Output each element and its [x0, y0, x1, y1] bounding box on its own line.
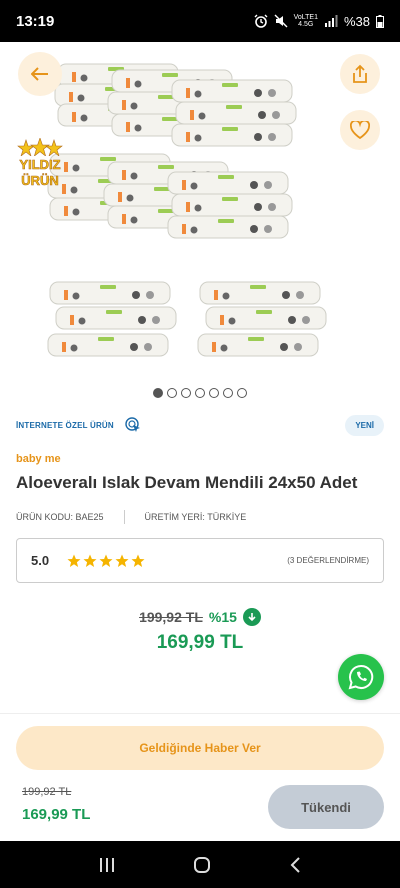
badge-line1: YILDIZ [19, 157, 61, 172]
internet-exclusive-label: İNTERNETE ÖZEL ÜRÜN [16, 416, 142, 434]
price-block: 199,92 TL %15 169,99 TL [0, 608, 400, 654]
new-badge: YENİ [345, 414, 384, 436]
star-icon [131, 554, 145, 567]
product-origin: ÜRETİM YERİ: TÜRKİYE [144, 512, 247, 522]
product-gallery[interactable]: YILDIZ ÜRÜN [0, 42, 400, 387]
product-title: Aloeveralı Islak Devam Mendili 24x50 Ade… [16, 473, 358, 492]
divider [123, 510, 125, 524]
share-icon [353, 64, 367, 83]
product-code: ÜRÜN KODU: BAE25 [16, 512, 104, 522]
status-icons: VoLTE1 4.5G %38 [254, 14, 384, 29]
internet-exclusive-row: İNTERNETE ÖZEL ÜRÜN YENİ [16, 413, 384, 437]
arrow-left-icon [31, 67, 48, 81]
discount-percent: %15 [208, 609, 237, 625]
product-image [47, 63, 327, 357]
sold-out-button[interactable]: Tükendi [268, 785, 384, 829]
whatsapp-button[interactable] [338, 654, 384, 700]
battery-icon [376, 14, 384, 28]
notify-when-available-button[interactable]: Geldiğinde Haber Ver [16, 726, 384, 770]
gallery-dot[interactable] [223, 388, 233, 398]
heart-icon [350, 121, 370, 139]
favorite-button[interactable] [340, 110, 380, 150]
signal-icon [324, 15, 338, 27]
share-button[interactable] [340, 54, 380, 94]
footer-old-price: 199,92 TL [22, 786, 72, 798]
star-icon [99, 554, 113, 567]
star-icon [83, 554, 97, 567]
badge-line2: ÜRÜN [21, 173, 59, 188]
recent-apps-icon[interactable] [98, 857, 116, 873]
alarm-icon [254, 14, 268, 28]
discount-arrow-icon [242, 608, 261, 626]
gallery-dot[interactable] [209, 388, 219, 398]
home-icon[interactable] [193, 856, 211, 874]
back-button[interactable] [18, 52, 62, 96]
gallery-dot[interactable] [237, 388, 247, 398]
rating-score: 5.0 [31, 553, 50, 568]
old-price-row: 199,92 TL %15 [0, 608, 400, 626]
current-price: 169,99 TL [156, 632, 244, 653]
status-time: 13:19 [16, 12, 55, 30]
rating-box[interactable]: 5.0 (3 DEĞERLENDİRME) [16, 538, 384, 583]
product-codes: ÜRÜN KODU: BAE25 ÜRETİM YERİ: TÜRKİYE [16, 510, 246, 524]
network-label: VoLTE1 4.5G [293, 14, 318, 28]
rating-count: (3 DEĞERLENDİRME) [287, 556, 369, 565]
footer-current-price: 169,99 TL [22, 806, 91, 823]
bottom-action-panel: Geldiğinde Haber Ver 199,92 TL 169,99 TL… [0, 713, 400, 841]
stars-decoration-icon [17, 138, 63, 156]
rating-stars [67, 554, 145, 568]
whatsapp-icon [348, 664, 374, 690]
mute-icon [274, 14, 288, 28]
star-icon [115, 554, 129, 567]
battery-level: %38 [343, 13, 370, 29]
gallery-dot[interactable] [195, 388, 205, 398]
gallery-pagination[interactable] [0, 388, 400, 398]
star-product-badge: YILDIZ ÜRÜN [12, 138, 68, 198]
gallery-dot[interactable] [181, 388, 191, 398]
cursor-click-icon [125, 417, 140, 432]
gallery-dot[interactable] [167, 388, 177, 398]
back-nav-icon[interactable] [288, 856, 302, 874]
old-price: 199,92 TL [139, 609, 203, 625]
gallery-dot[interactable] [153, 388, 163, 398]
star-icon [67, 554, 81, 567]
status-bar: 13:19 VoLTE1 4.5G %38 [0, 0, 400, 42]
brand-link[interactable]: baby me [16, 453, 61, 465]
system-nav-bar [0, 841, 400, 888]
